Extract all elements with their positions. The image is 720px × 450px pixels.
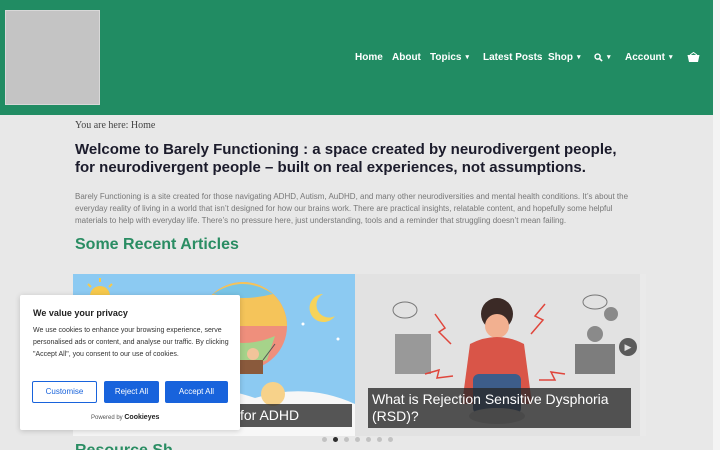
carousel-dot[interactable] [333,437,338,442]
nav-search[interactable]: ▾ [594,50,611,66]
page-edge [713,0,720,450]
article-slide-peek[interactable] [640,274,646,436]
carousel-dot[interactable] [377,437,382,442]
cookieyes-logo: Cookieyes [124,414,160,421]
chevron-down-icon: ▾ [607,54,611,61]
nav-latest-posts[interactable]: Latest Posts [483,50,542,66]
basket-icon[interactable] [687,52,700,63]
nav-about-label: About [392,52,421,63]
cookie-message: We use cookies to enhance your browsing … [33,327,229,358]
resources-heading: Resource Sh [75,442,173,450]
nav-topics[interactable]: Topics ▾ [430,50,469,66]
carousel-dot[interactable] [344,437,349,442]
chevron-down-icon: ▾ [669,54,673,61]
breadcrumb: You are here: Home [75,120,156,131]
carousel-dot[interactable] [366,437,371,442]
article-slide-rsd[interactable]: What is Rejection Sensitive Dysphoria (R… [355,274,640,436]
page-title: Welcome to Barely Functioning : a space … [75,141,617,176]
nav-about[interactable]: About [392,50,421,66]
reject-all-button[interactable]: Reject All [104,381,159,403]
nav-topics-label: Topics [430,52,462,63]
nav-latest-posts-label: Latest Posts [483,52,543,63]
nav-shop[interactable]: Shop ▾ [548,50,581,66]
nav-shop-label: Shop [548,52,573,63]
recent-articles-heading: Some Recent Articles [75,236,239,253]
carousel-dot[interactable] [322,437,327,442]
nav-account-label: Account [625,52,665,63]
customise-button[interactable]: Customise [32,381,97,403]
carousel-next-arrow[interactable]: ▶ [619,338,637,356]
powered-by-label: Powered by [91,415,123,421]
chevron-down-icon: ▾ [465,54,469,61]
search-icon [594,53,603,62]
nav-account[interactable]: Account ▾ [625,50,673,66]
article-caption[interactable]: for ADHD [236,404,352,427]
article-caption[interactable]: What is Rejection Sensitive Dysphoria (R… [368,388,631,428]
accept-all-button[interactable]: Accept All [165,381,228,403]
nav-home-label: Home [355,52,383,63]
carousel-dot[interactable] [355,437,360,442]
cookie-consent-banner: We value your privacy We use cookies to … [20,295,240,430]
site-header: Home About Topics ▾ Latest Posts Shop ▾ ▾ … [0,0,713,115]
cookie-title: We value your privacy [33,308,128,318]
main-nav: Home About Topics ▾ Latest Posts Shop ▾ ▾ … [0,50,713,66]
carousel-dot[interactable] [388,437,393,442]
nav-home[interactable]: Home [355,50,383,66]
chevron-down-icon: ▾ [577,54,581,61]
intro-paragraph: Barely Functioning is a site created for… [75,192,629,225]
powered-by: Powered by Cookieyes [91,414,159,421]
